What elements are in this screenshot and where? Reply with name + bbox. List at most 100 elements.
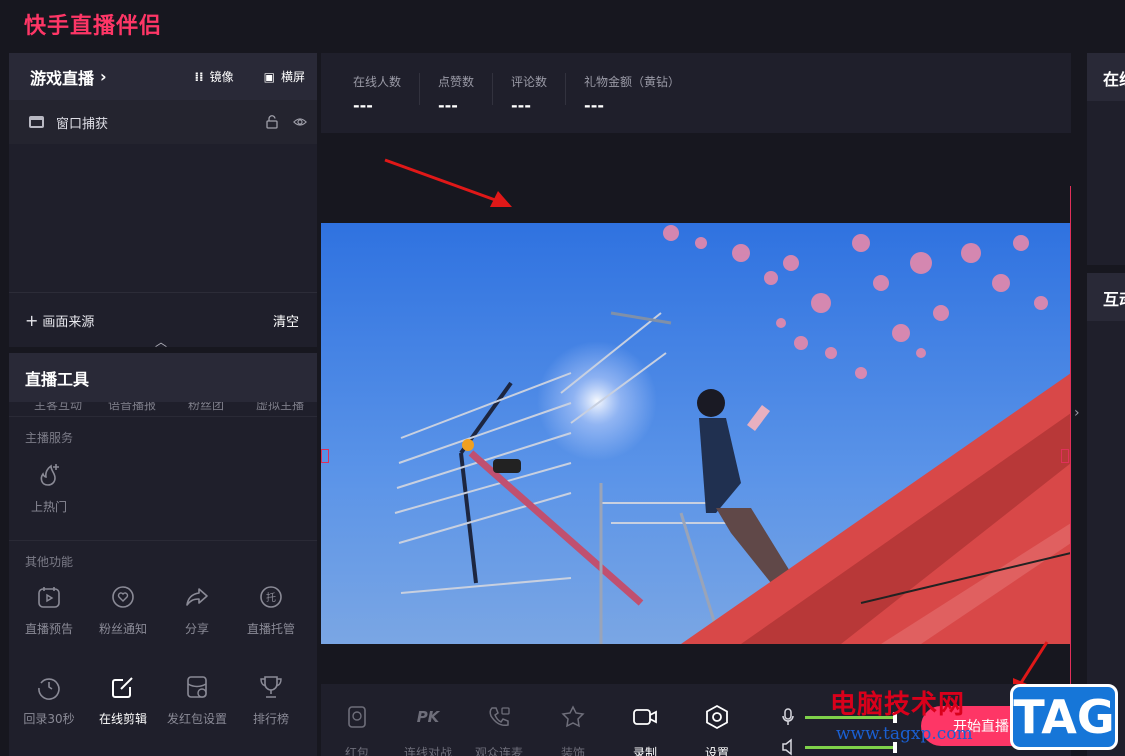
stat-label: 点赞数 (438, 75, 475, 89)
section-other-functions: 其他功能 (9, 540, 317, 580)
pk-button[interactable]: PK 连线对战 (398, 704, 458, 756)
chevron-up-icon[interactable]: ︿ (155, 333, 167, 350)
live-mode-title[interactable]: 游戏直播 (30, 65, 94, 89)
redpacket-icon (348, 706, 366, 728)
settings-button[interactable]: 设置 (687, 704, 747, 756)
tool-label: 发红包设置 (166, 712, 227, 726)
stat-value: --- (438, 96, 458, 115)
source-panel-header: 游戏直播 › ⁞⁞ 镜像 ▣ 横屏 (9, 53, 317, 100)
tool-redpacket-settings[interactable]: 发红包设置 (160, 674, 234, 727)
mirror-icon: ⁞⁞ (194, 69, 204, 84)
stat-likes: 点赞数 --- (438, 73, 494, 115)
tool-label: 排行榜 (252, 712, 289, 726)
source-item-window-capture[interactable]: 窗口捕获 (9, 100, 317, 144)
add-source-button[interactable]: + 画面来源 (25, 311, 94, 330)
chevron-right-icon[interactable]: › (100, 67, 107, 86)
live-stats: 在线人数 --- 点赞数 --- 评论数 --- 礼物金额（黄钻） --- (321, 53, 1071, 133)
watermark-url: www.tagxp.com (836, 724, 973, 744)
partial-tool-label[interactable]: 粉丝团 (169, 402, 243, 412)
camera-record-icon (633, 709, 657, 725)
pk-icon: PK (417, 708, 441, 726)
window-icon (29, 116, 44, 128)
online-panel-title: 在线 (1087, 53, 1125, 101)
stat-label: 礼物金额（黄钻） (584, 75, 681, 89)
redpacket-button[interactable]: 红包 (327, 704, 387, 756)
stat-value: --- (353, 96, 373, 115)
edit-icon (112, 677, 133, 698)
tool-label: 回录30秒 (23, 712, 75, 726)
tool-trending[interactable]: 上热门 (12, 456, 86, 540)
tool-live-preview[interactable]: 直播预告 (12, 584, 86, 668)
microphone-icon[interactable] (781, 708, 795, 726)
replay-icon (38, 678, 60, 700)
lock-open-icon[interactable] (265, 115, 279, 129)
bottom-label: 录制 (632, 746, 657, 756)
stat-online: 在线人数 --- (353, 73, 421, 115)
landscape-icon: ▣ (263, 69, 275, 84)
landscape-button[interactable]: ▣ 横屏 (264, 68, 305, 85)
decorate-button[interactable]: 装饰 (543, 704, 603, 756)
partial-tool-label[interactable]: 语音播报 (95, 402, 169, 412)
decorate-icon (561, 705, 585, 728)
record-button[interactable]: 录制 (615, 704, 675, 756)
preview-boundary-line (1070, 186, 1071, 686)
stat-comments: 评论数 --- (511, 73, 567, 115)
partial-tool-label[interactable]: 主客互动 (21, 402, 95, 412)
app-title: 快手直播伴侣 (24, 14, 163, 39)
partial-tool-row: 主客互动 语音播报 粉丝团 虚拟主播 (9, 402, 317, 416)
clear-button[interactable]: 清空 (273, 311, 299, 330)
bottom-label: 设置 (704, 746, 729, 756)
mirror-button[interactable]: ⁞⁞ 镜像 (195, 68, 234, 85)
partial-tool-label[interactable]: 虚拟主播 (243, 402, 317, 412)
audience-mic-button[interactable]: 观众连麦 (469, 704, 529, 756)
source-panel: 游戏直播 › ⁞⁞ 镜像 ▣ 横屏 窗口捕获 + 画面来源 清空 (9, 53, 317, 347)
stat-value: --- (511, 96, 531, 115)
online-panel: 在线 (1087, 53, 1125, 265)
trophy-icon (260, 676, 282, 698)
preview-resize-handle-left[interactable] (321, 449, 329, 463)
heart-bubble-icon (112, 586, 134, 608)
tool-fan-notice[interactable]: 粉丝通知 (86, 584, 160, 668)
chevron-right-icon[interactable]: › (1074, 405, 1080, 421)
phone-call-icon (489, 707, 510, 727)
stat-label: 评论数 (511, 75, 548, 89)
svg-text:托: 托 (266, 591, 276, 604)
speaker-icon[interactable] (781, 738, 795, 756)
preview-scene-image (321, 223, 1071, 644)
bottom-label: 红包 (344, 746, 369, 756)
tool-label: 直播预告 (24, 622, 73, 636)
tool-label: 粉丝通知 (98, 622, 147, 636)
tool-managed-live[interactable]: 托 直播托管 (234, 584, 308, 668)
tool-label: 直播托管 (246, 622, 295, 636)
section-host-services: 主播服务 (9, 416, 317, 456)
landscape-label: 横屏 (280, 70, 305, 84)
mirror-label: 镜像 (209, 70, 234, 84)
tools-title: 直播工具 (9, 353, 317, 402)
live-preview-canvas[interactable] (321, 223, 1071, 644)
eye-icon[interactable] (293, 115, 307, 129)
source-item-label: 窗口捕获 (56, 116, 109, 132)
stat-gift-amount: 礼物金额（黄钻） --- (584, 73, 698, 115)
watermark-cn: 电脑技术网 (830, 690, 966, 720)
managed-icon: 托 (260, 586, 282, 608)
share-arrow-icon (186, 588, 208, 606)
bottom-label: 装饰 (560, 746, 585, 756)
bottom-label: 连线对战 (403, 746, 452, 756)
tool-replay[interactable]: 回录30秒 (12, 674, 86, 727)
stat-label: 在线人数 (353, 75, 402, 89)
tools-panel: 直播工具 主客互动 语音播报 粉丝团 虚拟主播 主播服务 上热门 其他功能 直播… (9, 353, 317, 756)
tool-leaderboard[interactable]: 排行榜 (234, 674, 308, 727)
settings-hex-icon (706, 704, 728, 730)
tool-label: 上热门 (30, 500, 67, 514)
plus-icon: + (25, 310, 39, 330)
tool-label: 在线剪辑 (98, 712, 147, 726)
bottom-label: 观众连麦 (474, 746, 523, 756)
watermark: 电脑技术网 www.tagxp.com TAG (828, 684, 1125, 756)
add-source-label: 画面来源 (42, 314, 95, 330)
tool-share[interactable]: 分享 (160, 584, 234, 668)
watermark-tag-logo: TAG (1010, 684, 1118, 750)
preview-resize-handle-right[interactable] (1061, 449, 1069, 463)
redpacket-settings-icon (187, 676, 207, 698)
interact-panel-title: 互动 (1087, 273, 1125, 321)
tool-online-edit[interactable]: 在线剪辑 (86, 674, 160, 727)
